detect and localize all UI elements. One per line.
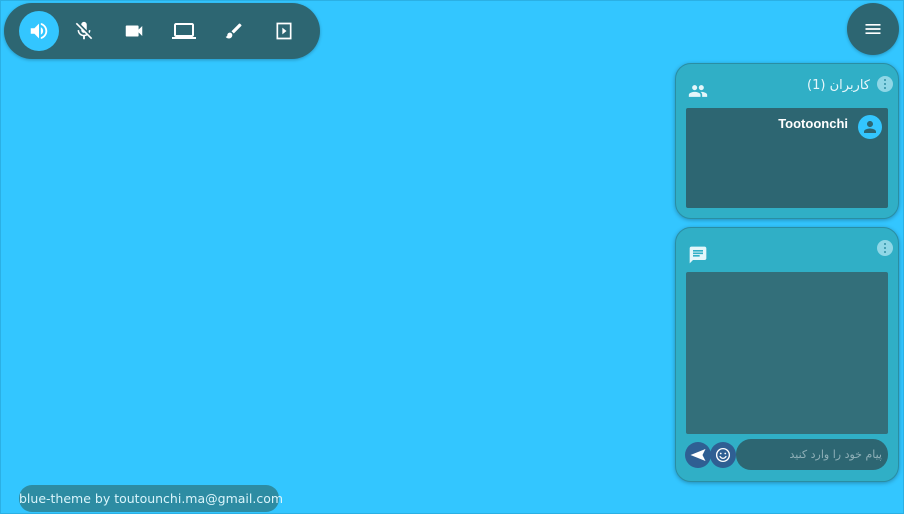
send-icon bbox=[690, 449, 706, 461]
laptop-screen-share-icon bbox=[172, 23, 196, 39]
media-toolbar bbox=[4, 3, 320, 59]
brush-whiteboard-icon bbox=[225, 23, 242, 39]
chat-message-icon bbox=[689, 246, 707, 264]
video-camera-icon bbox=[125, 25, 143, 37]
emoji-button[interactable] bbox=[710, 442, 736, 468]
users-panel-title: کاربران (1) bbox=[807, 78, 870, 93]
chat-panel bbox=[675, 227, 899, 482]
person-avatar-icon bbox=[858, 115, 882, 139]
user-list-item[interactable]: Tootoonchi bbox=[778, 115, 882, 139]
user-name: Tootoonchi bbox=[778, 115, 848, 131]
chat-panel-options-icon[interactable] bbox=[877, 240, 893, 256]
people-icon bbox=[688, 85, 708, 97]
chat-message-input[interactable] bbox=[736, 439, 888, 470]
send-button[interactable] bbox=[685, 442, 711, 468]
hamburger-menu-icon bbox=[865, 24, 881, 34]
chat-messages-area[interactable] bbox=[686, 272, 888, 434]
main-menu-button[interactable] bbox=[847, 3, 899, 55]
users-panel: کاربران (1) Tootoonchi bbox=[675, 63, 899, 219]
users-list: Tootoonchi bbox=[686, 108, 888, 208]
play-presentation-icon bbox=[276, 22, 292, 40]
theme-credit-badge: blue-theme by toutounchi.ma@gmail.com bbox=[19, 485, 283, 512]
mic-off-icon bbox=[75, 21, 93, 40]
users-panel-options-icon[interactable] bbox=[877, 76, 893, 92]
whiteboard-button[interactable] bbox=[214, 11, 254, 51]
smiley-icon bbox=[715, 447, 731, 463]
microphone-toggle-button[interactable] bbox=[64, 11, 104, 51]
speaker-icon bbox=[30, 22, 48, 40]
screen-share-button[interactable] bbox=[164, 11, 204, 51]
presentation-button[interactable] bbox=[264, 11, 304, 51]
camera-toggle-button[interactable] bbox=[114, 11, 154, 51]
speaker-button[interactable] bbox=[19, 11, 59, 51]
